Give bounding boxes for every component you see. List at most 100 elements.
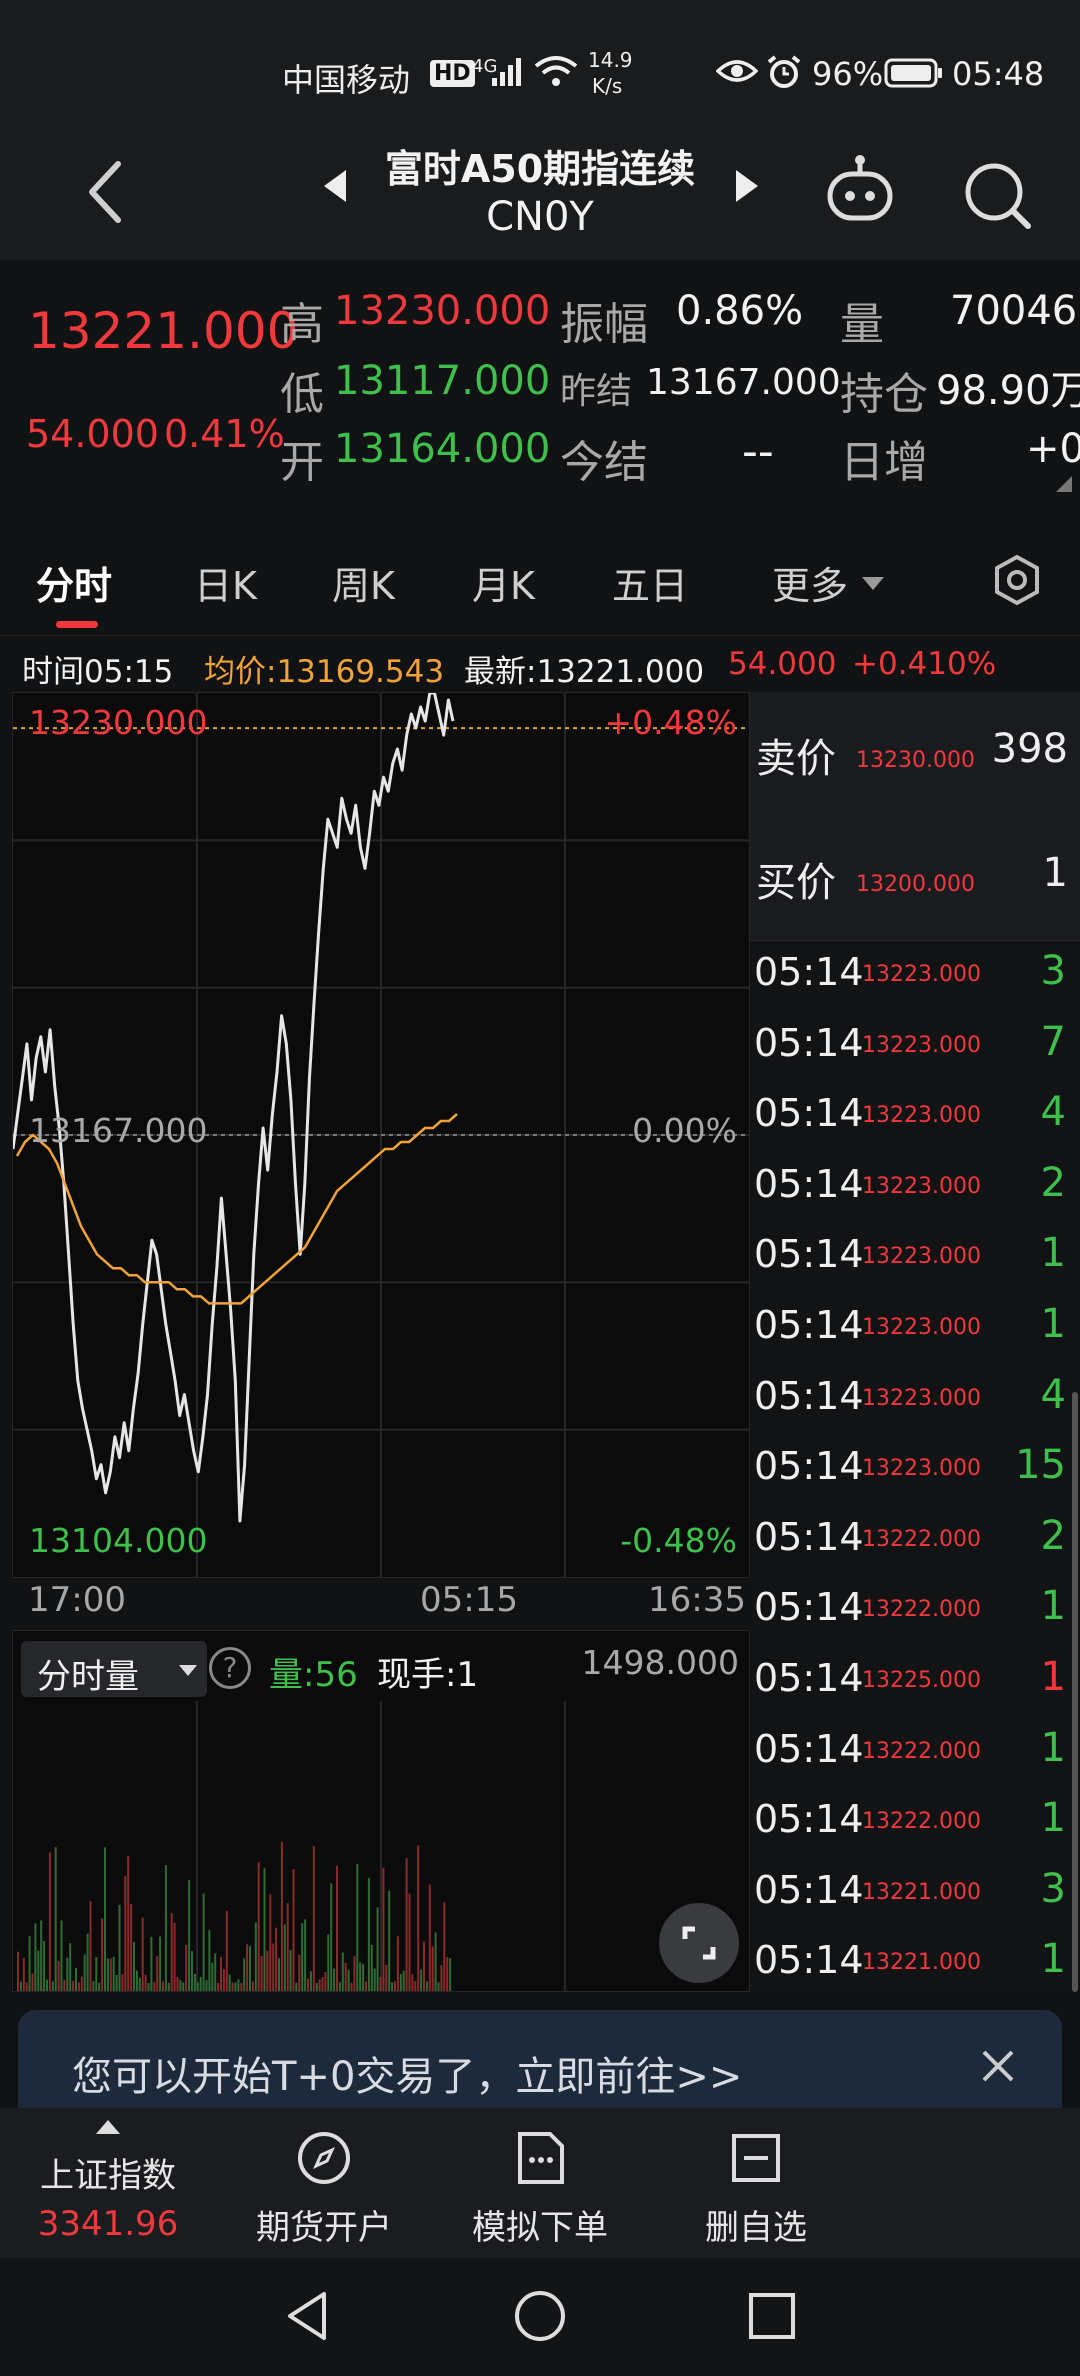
volume-bar [315, 1982, 318, 1991]
prev-contract-button[interactable] [316, 166, 352, 206]
system-home-icon[interactable] [512, 2288, 568, 2348]
volume-bar [159, 1936, 162, 1991]
tab-monthly-k[interactable]: 月K [472, 555, 535, 610]
nav-remove-watchlist[interactable]: 删自选 [648, 2128, 864, 2249]
tab-timeshare[interactable]: 分时 [36, 555, 112, 610]
tab-weekly-k[interactable]: 周K [332, 555, 395, 610]
volume-bar [196, 1982, 199, 1991]
contract-code: CN0Y [486, 194, 594, 240]
volume-bar [86, 1933, 89, 1991]
volume-bar [46, 1979, 48, 1991]
volume-bar [118, 1904, 121, 1991]
caret-up-icon [96, 2120, 120, 2134]
volume-bar [338, 1982, 341, 1991]
volume-bar [341, 1952, 344, 1991]
volume-max-label: 1498.000 [581, 1643, 739, 1682]
index-quote-item[interactable]: 上证指数 3341.96 [0, 2108, 216, 2258]
trade-row: 05:14 13223.000 7 [750, 1013, 1080, 1084]
tab-more[interactable]: 更多 [772, 555, 848, 610]
trade-time: 05:14 [754, 1303, 864, 1347]
compass-icon [294, 2128, 354, 2188]
back-button[interactable] [78, 154, 138, 230]
index-value: 3341.96 [37, 2204, 179, 2244]
volume-bar [333, 1968, 336, 1991]
volume-bar [135, 1970, 138, 1991]
x-tick-mid: 05:15 [420, 1580, 518, 1620]
volume-bar [388, 1890, 391, 1991]
volume-bar [193, 1973, 196, 1991]
volume-bar [191, 1951, 193, 1991]
expand-corner-icon[interactable] [1056, 476, 1072, 492]
settings-icon[interactable] [990, 553, 1044, 607]
volume-bar [188, 1879, 191, 1991]
volume-bar [260, 1956, 263, 1991]
volume-bar [48, 1852, 51, 1991]
trade-price: 13222.000 [862, 1597, 981, 1623]
price-change-pct: 0.41% [164, 412, 285, 456]
tab-daily-k[interactable]: 日K [194, 555, 257, 610]
tab-five-day[interactable]: 五日 [612, 555, 688, 610]
trade-quantity: 1 [1040, 1654, 1066, 1700]
trade-list[interactable]: 05:14 13223.000 3 05:14 13223.000 7 05:14 13223… [750, 942, 1080, 1990]
volume-bar [182, 1982, 185, 1991]
trade-row: 05:14 13223.000 4 [750, 1083, 1080, 1154]
volume-bar [237, 1979, 240, 1991]
open-label: 开 [280, 437, 324, 488]
hd-badge: HD [430, 60, 475, 87]
open-value: 13164.000 [334, 426, 551, 472]
volume-bar [77, 1982, 80, 1991]
search-icon[interactable] [958, 156, 1038, 236]
carrier-label: 中国移动 [282, 61, 411, 99]
volume-bar [428, 1884, 431, 1991]
volume-selector[interactable]: 分时量 [21, 1641, 207, 1697]
volume-bar [266, 1950, 269, 1991]
trade-time: 05:14 [754, 1726, 864, 1771]
robot-assistant-icon[interactable] [820, 152, 900, 232]
system-back-icon[interactable] [280, 2288, 336, 2348]
price-line [13, 693, 455, 1523]
chart-tabs: 分时 日K 周K 月K 五日 更多 [0, 525, 1080, 636]
volume-bar [254, 1922, 257, 1991]
price-bottom-label: 13104.000 [29, 1521, 208, 1560]
intraday-chart[interactable]: 13230.000 +0.48% 13167.000 0.00% 13104.0… [12, 692, 750, 1578]
today-settle-value: -- [742, 426, 774, 477]
bid-price: 13200.000 [856, 872, 975, 897]
volume-bar [150, 1936, 153, 1991]
eye-icon [715, 56, 759, 94]
volume-bar [443, 1902, 446, 1991]
scrollbar-thumb[interactable] [1072, 1392, 1078, 1992]
trade-row: 05:14 13222.000 1 [750, 1789, 1080, 1860]
battery-icon [884, 58, 944, 96]
nav-open-account[interactable]: 期货开户 [216, 2128, 432, 2249]
clock-time: 05:48 [952, 55, 1045, 93]
nav-simulated-order[interactable]: 模拟下单 [432, 2128, 648, 2249]
fullscreen-button[interactable] [659, 1903, 739, 1983]
battery-percent: 96% [812, 55, 884, 93]
contract-title: 富时A50期指连续 [384, 147, 696, 191]
volume-bar [324, 1971, 327, 1991]
index-name: 上证指数 [40, 2156, 176, 2196]
trade-price: 13222.000 [862, 1738, 981, 1764]
trade-time: 05:14 [754, 1373, 864, 1418]
volume-bar [156, 1956, 159, 1991]
help-icon[interactable]: ? [209, 1647, 251, 1689]
volume-bar [66, 1957, 69, 1991]
trade-price: 13222.000 [862, 1526, 981, 1552]
close-icon[interactable] [978, 2046, 1018, 2090]
volume-bar [19, 1981, 22, 1991]
volume-bar [164, 1865, 167, 1991]
volume-bar [115, 1974, 118, 1991]
system-recents-icon[interactable] [744, 2288, 800, 2348]
trade-price: 13223.000 [862, 1173, 981, 1199]
trade-price: 13223.000 [862, 1385, 981, 1411]
next-contract-button[interactable] [730, 166, 766, 206]
info-latest-price: 最新:13221.000 [464, 654, 705, 690]
trade-price: 13223.000 [862, 1456, 981, 1482]
volume-bar [269, 1894, 272, 1991]
volume-bar [25, 1982, 28, 1991]
volume-bar [367, 1877, 370, 1991]
daily-increase-label: 日增 [840, 437, 928, 488]
trade-quantity: 4 [1040, 1089, 1066, 1136]
prev-settle-label: 昨结 [560, 371, 633, 412]
volume-bar [257, 1862, 260, 1991]
